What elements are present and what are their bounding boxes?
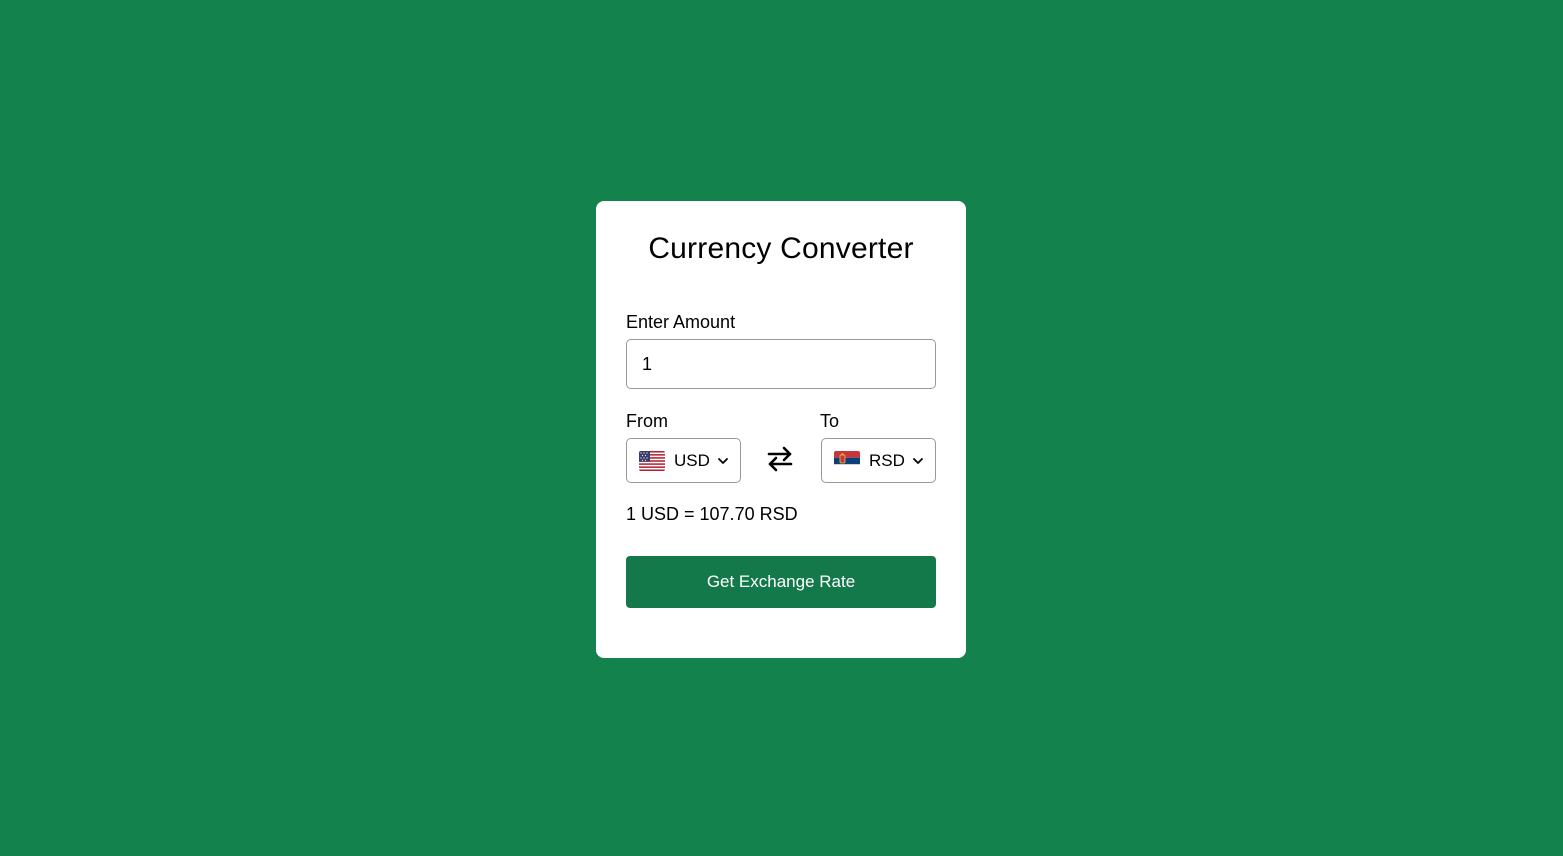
chevron-down-icon xyxy=(718,458,728,464)
to-currency-select[interactable]: RSD xyxy=(821,438,936,483)
us-flag-icon xyxy=(639,450,665,471)
from-label: From xyxy=(626,411,668,431)
amount-input[interactable] xyxy=(626,339,936,389)
swap-arrows-icon[interactable] xyxy=(765,444,795,474)
from-currency-select[interactable]: USD xyxy=(626,438,741,483)
to-label: To xyxy=(820,411,840,431)
to-currency-code: RSD xyxy=(869,450,905,470)
from-currency-code: USD xyxy=(674,450,710,470)
serbia-flag-icon xyxy=(834,450,860,471)
page-title: Currency Converter xyxy=(648,232,914,265)
converter-card: Currency Converter Enter Amount From xyxy=(596,201,966,658)
exchange-rate-text: 1 USD = 107.70 RSD xyxy=(626,504,798,524)
chevron-down-icon xyxy=(913,458,923,464)
amount-label: Enter Amount xyxy=(626,312,736,332)
get-exchange-rate-button[interactable]: Get Exchange Rate xyxy=(626,556,936,608)
